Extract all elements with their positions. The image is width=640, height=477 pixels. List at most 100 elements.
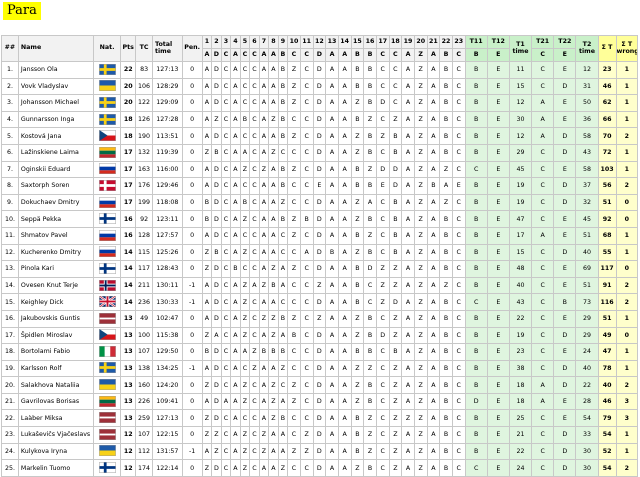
answer-cell: Z — [363, 426, 377, 444]
answer-cell: B — [350, 426, 365, 444]
answer-cell: A — [401, 359, 415, 378]
name-cell: Dokuchaev Dmitry — [17, 193, 94, 212]
answer-cell: Z — [363, 359, 377, 378]
answer-cell: A — [426, 243, 441, 262]
answer-cell: C — [451, 409, 466, 428]
answer-cell: D — [312, 326, 327, 345]
answer-cell: D — [312, 77, 327, 96]
answer-cell: Z — [287, 309, 301, 328]
t1-time-cell: 40 — [508, 276, 533, 295]
pts-cell: 17 — [120, 193, 137, 212]
answer-cell: A — [401, 94, 415, 112]
tc-cell: 122 — [135, 94, 154, 112]
answer-cell: D — [312, 226, 327, 245]
answer-cell: A — [277, 260, 289, 278]
t22-cell: E — [553, 160, 577, 179]
t22-cell: E — [553, 61, 577, 79]
answer-cell: A — [401, 293, 415, 311]
name-cell: Karlsson Rolf — [17, 359, 94, 378]
answer-cell: B — [439, 359, 453, 378]
answer-cell: A — [337, 127, 352, 145]
answer-cell: D — [388, 293, 403, 311]
answer-cell: Z — [413, 61, 428, 79]
t1-time-cell: 19 — [508, 326, 533, 345]
pts-cell: 17 — [120, 160, 137, 179]
answer-cell: B — [277, 409, 289, 428]
answer-cell: A — [401, 160, 415, 179]
sum-t-cell: 46 — [597, 392, 617, 411]
sum-t-cell: 23 — [597, 61, 617, 79]
t2-time-cell: 45 — [575, 210, 599, 228]
answer-cell: Z — [258, 309, 270, 328]
table-row: 21. Gavrilovas Borisas 13 226 109:41 0 A D A A Z C A… — [1, 392, 639, 411]
answer-cell: B — [363, 376, 377, 394]
answer-cell: Z — [287, 160, 301, 179]
answer-cell: Z — [375, 260, 390, 278]
answer-cell: B — [350, 160, 365, 179]
answer-cell: A — [230, 143, 241, 162]
nat-cell — [92, 459, 122, 477]
answer-cell: Z — [388, 260, 403, 278]
answer-cell: A — [426, 110, 441, 129]
t12-cell: E — [486, 392, 510, 411]
rank-cell: 11. — [1, 226, 19, 245]
answer-cell: A — [268, 243, 279, 262]
answer-cell: Z — [268, 260, 279, 278]
table-row: 16. Jakubovskis Guntis 13 49 102:47 0 A D C A Z C Z Z… — [1, 309, 639, 328]
answer-cell: Z — [413, 143, 428, 162]
tc-cell: 132 — [135, 143, 154, 162]
answer-cell: C — [451, 143, 466, 162]
answer-cell: C — [375, 61, 390, 79]
answer-cell: C — [375, 392, 390, 411]
t11-cell: B — [464, 243, 488, 262]
answer-cell: B — [388, 226, 403, 245]
answer-cell: A — [426, 442, 441, 461]
answer-cell: C — [239, 226, 251, 245]
sum-t-cell: 51 — [597, 193, 617, 212]
time-cell: 129:50 — [152, 343, 183, 361]
answer-cell: D — [211, 392, 222, 411]
answer-cell: B — [388, 193, 403, 212]
t11-cell: C — [464, 293, 488, 311]
rank-cell: 15. — [1, 293, 19, 311]
t22-cell: D — [553, 193, 577, 212]
table-row: 5. Kostová Jana 18 190 113:51 0 A D C A C C A A B Z C D A A… — [1, 127, 639, 145]
pts-cell: 18 — [120, 127, 137, 145]
answer-cell: D — [211, 459, 222, 477]
answer-cell: D — [312, 193, 327, 212]
sum-t-cell: 52 — [597, 442, 617, 461]
t11-cell: B — [464, 442, 488, 461]
answer-cell: A — [426, 77, 441, 96]
col-letter-15: B — [350, 48, 365, 62]
answer-cell: D — [211, 343, 222, 361]
answer-cell: Z — [413, 442, 428, 461]
answer-cell: A — [401, 61, 415, 79]
col-task-6: 6 — [249, 35, 260, 49]
answer-cell: C — [375, 110, 390, 129]
name-cell: Salakhova Nataliia — [17, 376, 94, 394]
table-row: 12. Kucherenko Dmitry 14 115 125:26 0 Z B C A Z C A A… — [1, 243, 639, 262]
t1-time-cell: 17 — [508, 226, 533, 245]
answer-cell: D — [312, 392, 327, 411]
answer-cell: A — [401, 426, 415, 444]
answer-cell: Z — [413, 392, 428, 411]
answer-cell: C — [451, 77, 466, 96]
sum-t-cell: 116 — [597, 293, 617, 311]
nat-cell — [92, 409, 122, 428]
answer-cell: A — [426, 326, 441, 345]
col-task-10: 10 — [287, 35, 301, 49]
answer-cell: Z — [350, 376, 365, 394]
t22-cell: E — [553, 309, 577, 328]
answer-cell: A — [401, 77, 415, 96]
answer-cell: A — [230, 243, 241, 262]
answer-cell: A — [337, 442, 352, 461]
answer-cell: C — [220, 309, 232, 328]
answer-cell: Z — [201, 326, 213, 345]
t21-cell: C — [531, 193, 555, 212]
sum-t-cell: 70 — [597, 127, 617, 145]
tc-cell: 199 — [135, 193, 154, 212]
answer-cell: C — [451, 343, 466, 361]
answer-cell: A — [325, 276, 339, 295]
answer-cell: Z — [299, 426, 314, 444]
answer-cell: A — [268, 127, 279, 145]
